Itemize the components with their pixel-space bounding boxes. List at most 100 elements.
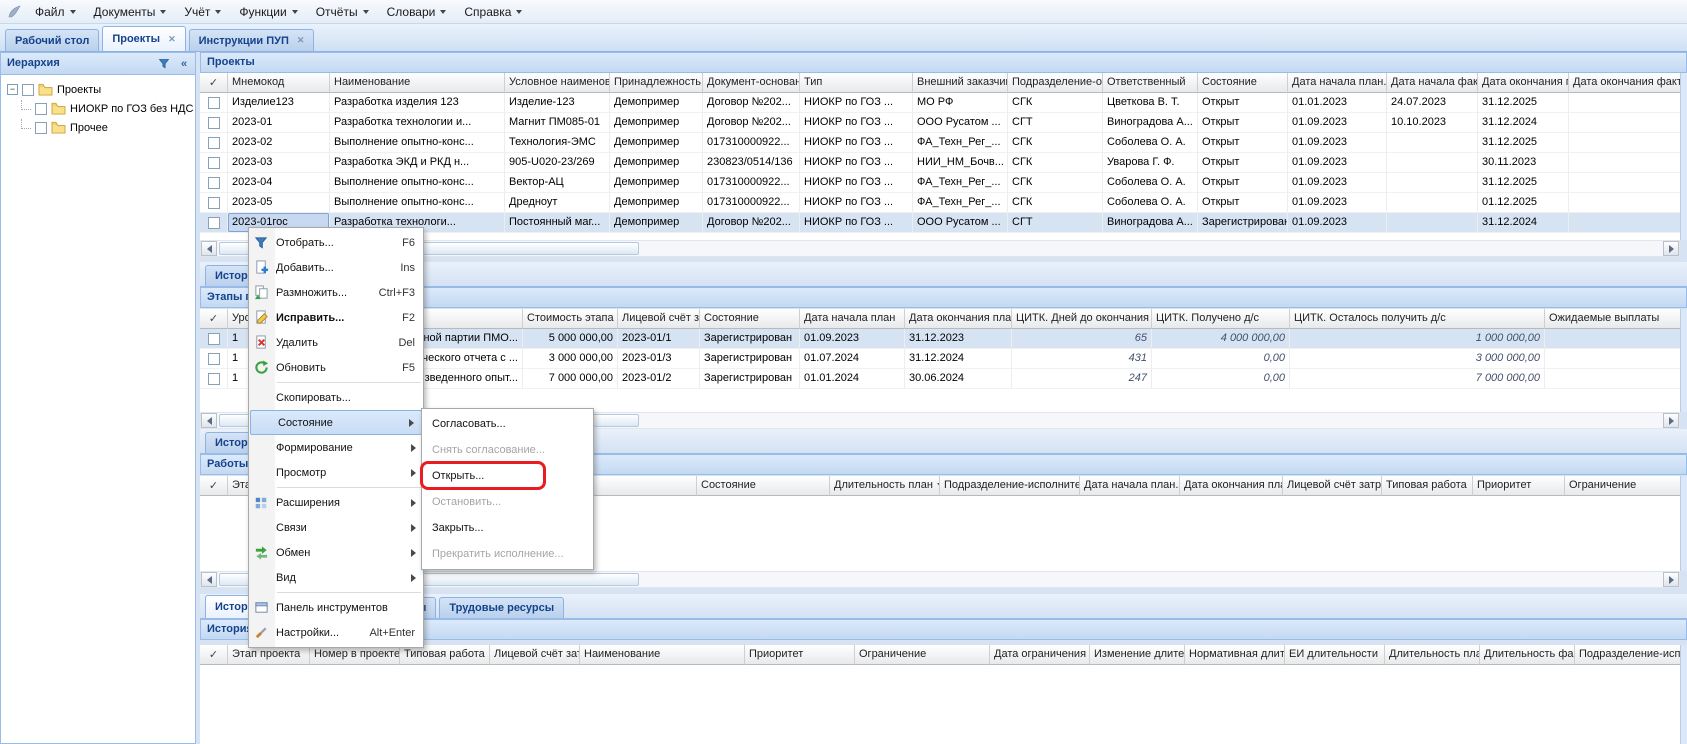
context-menu-item[interactable]: Отобрать...F6 xyxy=(249,230,423,255)
context-menu-item[interactable]: Просмотр xyxy=(249,460,423,485)
context-menu-item[interactable]: ОбновитьF5 xyxy=(249,355,423,380)
column-header[interactable]: Лицевой счёт затрат xyxy=(490,645,580,665)
context-menu-item[interactable]: УдалитьDel xyxy=(249,330,423,355)
table-row[interactable]: 2023-03Разработка ЭКД и РКД н...905-U020… xyxy=(200,153,1680,173)
column-header[interactable]: Лицевой счёт затрат xyxy=(618,309,700,329)
column-header[interactable]: Мнемокод xyxy=(228,73,330,93)
menubar-item[interactable]: Файл xyxy=(26,1,85,23)
menubar-item[interactable]: Документы xyxy=(85,1,176,23)
menubar-item[interactable]: Словари xyxy=(378,1,456,23)
column-header[interactable]: ✓ xyxy=(200,476,228,496)
column-header[interactable]: ЦИТК. Осталось получить д/с xyxy=(1290,309,1545,329)
context-menu-item[interactable]: Обмен xyxy=(249,540,423,565)
column-header[interactable]: ЦИТК. Получено д/с xyxy=(1152,309,1290,329)
menubar-item[interactable]: Отчёты xyxy=(307,1,378,23)
column-header[interactable]: Дата ограничения xyxy=(990,645,1090,665)
works-vertical-scrollbar[interactable] xyxy=(1680,476,1687,571)
column-header[interactable]: Приоритет xyxy=(745,645,855,665)
tree-node[interactable]: −Проекты xyxy=(3,80,193,99)
table-row[interactable]: Изделие123Разработка изделия 123Изделие-… xyxy=(200,93,1680,113)
submenu-item[interactable]: Закрыть... xyxy=(422,515,593,541)
row-checkbox[interactable] xyxy=(208,353,220,365)
row-checkbox[interactable] xyxy=(208,137,220,149)
submenu-item[interactable]: Согласовать... xyxy=(422,411,593,437)
scroll-right-button[interactable] xyxy=(1663,241,1679,256)
column-header[interactable]: Типовая работа xyxy=(400,645,490,665)
tree-checkbox[interactable] xyxy=(22,84,34,96)
row-checkbox[interactable] xyxy=(208,117,220,129)
context-menu-item[interactable]: Исправить...F2 xyxy=(249,305,423,330)
tree-node[interactable]: НИОКР по ГОЗ без НДС xyxy=(3,99,193,118)
row-checkbox[interactable] xyxy=(208,177,220,189)
column-header[interactable]: Этап проекта xyxy=(228,645,310,665)
context-menu-item[interactable]: Добавить...Ins xyxy=(249,255,423,280)
scrollbar-track[interactable] xyxy=(217,241,1663,256)
menubar-item[interactable]: Учёт xyxy=(175,1,230,23)
column-header[interactable]: Дата начала план xyxy=(800,309,905,329)
column-header[interactable]: Дата окончания план xyxy=(1180,476,1283,496)
column-header[interactable]: ✓ xyxy=(200,73,228,93)
context-menu-item[interactable]: Панель инструментов xyxy=(249,595,423,620)
column-header[interactable]: Дата окончания план. xyxy=(1478,73,1569,93)
expander-icon[interactable]: − xyxy=(7,84,18,95)
column-header[interactable]: Нормативная длительность xyxy=(1185,645,1285,665)
column-header[interactable]: Приоритет xyxy=(1473,476,1565,496)
column-header[interactable]: ✓ xyxy=(200,645,228,665)
column-header[interactable]: Длительность факт xyxy=(1480,645,1575,665)
column-header[interactable]: Дата окончания факт xyxy=(1569,73,1680,93)
tree-checkbox[interactable] xyxy=(35,122,47,134)
history-vertical-scrollbar[interactable] xyxy=(1680,645,1687,744)
main-tab[interactable]: Рабочий стол xyxy=(5,29,99,51)
column-header[interactable]: Состояние xyxy=(697,476,830,496)
scroll-left-button[interactable] xyxy=(201,572,217,587)
row-checkbox[interactable] xyxy=(208,373,220,385)
context-menu-item[interactable]: Размножить...Ctrl+F3 xyxy=(249,280,423,305)
table-row[interactable]: 2023-05Выполнение опытно-конс...Дредноут… xyxy=(200,193,1680,213)
main-tab[interactable]: Проекты✕ xyxy=(102,26,185,51)
column-header[interactable]: Лицевой счёт затрат xyxy=(1283,476,1382,496)
row-checkbox[interactable] xyxy=(208,217,220,229)
table-row[interactable]: 2023-02Выполнение опытно-конс...Технолог… xyxy=(200,133,1680,153)
column-header[interactable]: Дата окончания план xyxy=(905,309,1012,329)
column-header[interactable]: Внешний заказчик xyxy=(913,73,1008,93)
collapse-panel-button[interactable]: « xyxy=(176,56,192,72)
column-header[interactable]: Подразделение-исполнитель xyxy=(1575,645,1680,665)
context-menu-item[interactable]: Вид xyxy=(249,565,423,590)
column-header[interactable]: Ожидаемые выплаты xyxy=(1545,309,1680,329)
tab-close-icon[interactable]: ✕ xyxy=(297,35,305,46)
column-header[interactable]: Ограничение xyxy=(855,645,990,665)
column-header[interactable]: Наименование xyxy=(330,73,505,93)
column-header[interactable]: Дата начала план. xyxy=(1288,73,1387,93)
column-header[interactable]: Условное наименование xyxy=(505,73,610,93)
hierarchy-filter-button[interactable] xyxy=(156,56,172,72)
column-header[interactable]: Тип xyxy=(800,73,913,93)
scroll-right-button[interactable] xyxy=(1663,572,1679,587)
bottom-tab[interactable]: Трудовые ресурсы xyxy=(439,597,564,618)
column-header[interactable]: Ограничение xyxy=(1565,476,1680,496)
scroll-left-button[interactable] xyxy=(201,241,217,256)
context-menu-item[interactable]: Формирование xyxy=(249,435,423,460)
column-header[interactable]: Подразделение-исполнитель. xyxy=(940,476,1080,496)
column-header[interactable]: Состояние xyxy=(1198,73,1288,93)
column-header[interactable]: Стоимость этапа xyxy=(523,309,618,329)
column-header[interactable]: ЦИТК. Дней до окончания xyxy=(1012,309,1152,329)
context-menu-item[interactable]: Настройки...Alt+Enter xyxy=(249,620,423,645)
submenu-item[interactable]: Открыть... xyxy=(422,463,593,489)
scroll-left-button[interactable] xyxy=(201,413,217,428)
column-header[interactable]: Изменение длительности xyxy=(1090,645,1185,665)
context-menu-item[interactable]: Состояние xyxy=(250,410,422,435)
column-header[interactable]: Типовая работа xyxy=(1382,476,1473,496)
row-checkbox[interactable] xyxy=(208,333,220,345)
scroll-right-button[interactable] xyxy=(1663,413,1679,428)
row-checkbox[interactable] xyxy=(208,157,220,169)
tree-node[interactable]: Прочее xyxy=(3,118,193,137)
menubar-item[interactable]: Справка xyxy=(455,1,531,23)
column-header[interactable]: ✓ xyxy=(200,309,228,329)
column-header[interactable]: Наименование xyxy=(580,645,745,665)
column-header[interactable]: Длительность план xyxy=(1385,645,1480,665)
column-header[interactable]: ЕИ длительности xyxy=(1285,645,1385,665)
column-header[interactable]: Дата начала факт xyxy=(1387,73,1478,93)
scrollbar-track[interactable] xyxy=(217,572,1663,587)
column-header[interactable]: Состояние xyxy=(700,309,800,329)
projects-vertical-scrollbar[interactable] xyxy=(1680,73,1687,240)
